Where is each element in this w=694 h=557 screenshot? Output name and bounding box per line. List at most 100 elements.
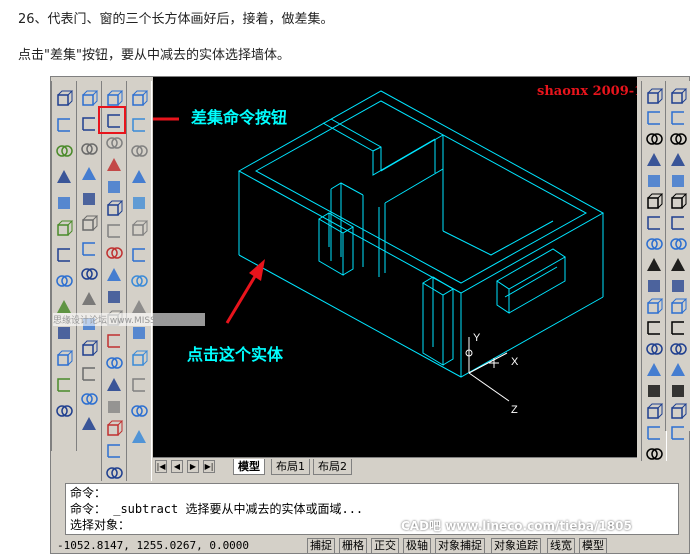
copy-edges-icon[interactable]	[104, 331, 124, 351]
ucs-previous-icon[interactable]	[54, 141, 74, 161]
torus-icon[interactable]	[129, 219, 149, 239]
ortho-toggle[interactable]: 正交	[371, 538, 399, 554]
view-sw-iso-icon[interactable]	[79, 264, 99, 284]
ucs-world-icon[interactable]	[54, 115, 74, 135]
view-front-icon[interactable]	[79, 214, 99, 234]
tab-layout1[interactable]: 布局1	[271, 459, 310, 475]
stretch-icon[interactable]	[668, 255, 688, 275]
lineweight-toggle[interactable]: 线宽	[547, 538, 575, 554]
construction-line-icon[interactable]	[644, 108, 664, 128]
mirror-icon[interactable]	[668, 129, 688, 149]
grid-toggle[interactable]: 栅格	[339, 538, 367, 554]
multiline-text-icon[interactable]	[644, 444, 664, 464]
polar-toggle[interactable]: 极轴	[403, 538, 431, 554]
view-bottom-icon[interactable]	[79, 139, 99, 159]
shade-2d-icon[interactable]	[79, 389, 99, 409]
view-se-iso-icon[interactable]	[79, 289, 99, 309]
break-at-point-icon[interactable]	[668, 318, 688, 338]
extrude-faces-icon[interactable]	[104, 155, 124, 175]
line-icon[interactable]	[644, 87, 664, 107]
tab-next-button[interactable]: ▶	[187, 460, 199, 473]
delete-faces-icon[interactable]	[104, 221, 124, 241]
imprint-icon[interactable]	[104, 375, 124, 395]
join-icon[interactable]	[668, 360, 688, 380]
view-left-icon[interactable]	[79, 164, 99, 184]
revision-cloud-icon[interactable]	[644, 234, 664, 254]
rotate-faces-icon[interactable]	[104, 243, 124, 263]
model-toggle[interactable]: 模型	[579, 538, 607, 554]
view-back-icon[interactable]	[79, 239, 99, 259]
extend-icon[interactable]	[668, 297, 688, 317]
view-named-icon[interactable]	[79, 89, 99, 109]
snap-toggle[interactable]: 捕捉	[307, 538, 335, 554]
erase-icon[interactable]	[668, 87, 688, 107]
tab-last-button[interactable]: ▶|	[203, 460, 215, 473]
ellipse-arc-icon[interactable]	[644, 297, 664, 317]
osnap-toggle[interactable]: 对象捕捉	[435, 538, 485, 554]
move-faces-icon[interactable]	[104, 177, 124, 197]
cylinder-icon[interactable]	[129, 141, 149, 161]
region-icon[interactable]	[644, 402, 664, 422]
ucs-z-icon[interactable]	[54, 375, 74, 395]
taper-faces-icon[interactable]	[104, 265, 124, 285]
tab-model[interactable]: 模型	[233, 459, 265, 475]
ucs-apply-icon[interactable]	[54, 401, 74, 421]
arc-icon[interactable]	[644, 192, 664, 212]
spline-icon[interactable]	[644, 255, 664, 275]
interfere-icon[interactable]	[129, 349, 149, 369]
point-icon[interactable]	[644, 360, 664, 380]
insert-block-icon[interactable]	[644, 318, 664, 338]
box-icon[interactable]	[129, 89, 149, 109]
hatch-icon[interactable]	[644, 381, 664, 401]
offset-faces-icon[interactable]	[104, 199, 124, 219]
view-right-icon[interactable]	[79, 189, 99, 209]
view-nw-iso-icon[interactable]	[79, 339, 99, 359]
polyline-icon[interactable]	[644, 129, 664, 149]
shell-icon[interactable]	[104, 441, 124, 461]
tab-prev-button[interactable]: ◀	[171, 460, 183, 473]
rotate-icon[interactable]	[668, 213, 688, 233]
section-icon[interactable]	[129, 323, 149, 343]
table-icon[interactable]	[644, 423, 664, 443]
check-icon[interactable]	[104, 463, 124, 483]
chamfer-icon[interactable]	[668, 381, 688, 401]
otrack-toggle[interactable]: 对象追踪	[491, 538, 541, 554]
view-top-icon[interactable]	[79, 114, 99, 134]
camera-icon[interactable]	[79, 364, 99, 384]
intersect-icon[interactable]	[104, 133, 124, 153]
shade-3d-icon[interactable]	[79, 414, 99, 434]
color-edges-icon[interactable]	[104, 353, 124, 373]
array-icon[interactable]	[668, 171, 688, 191]
clean-icon[interactable]	[104, 397, 124, 417]
ucs-x-icon[interactable]	[54, 323, 74, 343]
sphere-icon[interactable]	[129, 115, 149, 135]
tab-layout2[interactable]: 布局2	[313, 459, 352, 475]
rectangle-icon[interactable]	[644, 171, 664, 191]
ucs-object-icon[interactable]	[54, 167, 74, 187]
offset-icon[interactable]	[668, 150, 688, 170]
extrude-icon[interactable]	[129, 245, 149, 265]
setup-view-icon[interactable]	[129, 401, 149, 421]
separate-icon[interactable]	[104, 419, 124, 439]
break-icon[interactable]	[668, 339, 688, 359]
ucs-icon[interactable]	[54, 89, 74, 109]
ucs-origin-icon[interactable]	[54, 245, 74, 265]
drawing-viewport[interactable]: Y X Z 差集命令按钮 点击这个实体 shaonx 2009-10-5	[125, 77, 667, 457]
move-icon[interactable]	[668, 192, 688, 212]
polygon-icon[interactable]	[644, 150, 664, 170]
make-block-icon[interactable]	[644, 339, 664, 359]
fillet-icon[interactable]	[668, 402, 688, 422]
setup-drawing-icon[interactable]	[129, 375, 149, 395]
wedge-icon[interactable]	[129, 193, 149, 213]
tab-first-button[interactable]: |◀	[155, 460, 167, 473]
setup-profile-icon[interactable]	[129, 427, 149, 447]
ucs-y-icon[interactable]	[54, 349, 74, 369]
copy-faces-icon[interactable]	[104, 287, 124, 307]
scale-icon[interactable]	[668, 234, 688, 254]
ucs-view-icon[interactable]	[54, 219, 74, 239]
cone-icon[interactable]	[129, 167, 149, 187]
command-prompt[interactable]: 选择对象：	[70, 518, 130, 532]
copy-icon[interactable]	[668, 108, 688, 128]
ucs-zaxis-icon[interactable]	[54, 271, 74, 291]
revolve-icon[interactable]	[129, 271, 149, 291]
